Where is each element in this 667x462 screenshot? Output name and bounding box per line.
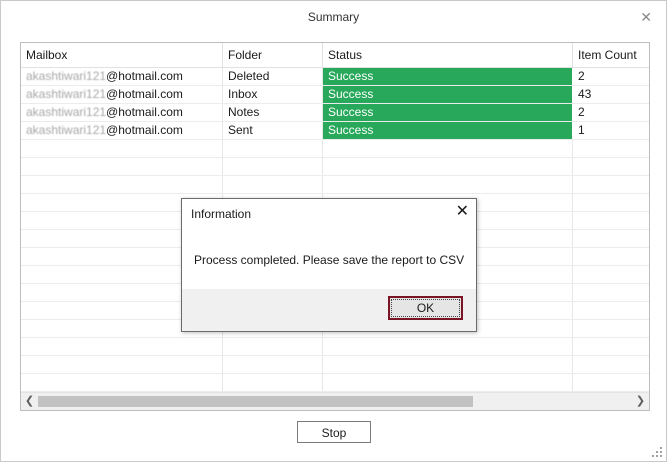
empty-cell (21, 140, 223, 157)
stop-button[interactable]: Stop (297, 421, 371, 443)
scroll-left-icon[interactable]: ❮ (21, 393, 38, 410)
cell-item-count: 1 (578, 123, 585, 137)
dialog-title: Information (191, 207, 252, 221)
empty-cell (323, 176, 573, 193)
empty-table-row[interactable] (21, 356, 649, 374)
empty-table-row[interactable] (21, 176, 649, 194)
empty-cell (573, 374, 649, 391)
empty-cell (573, 302, 649, 319)
empty-cell (573, 320, 649, 337)
cell-status: Success (323, 122, 573, 139)
grid-header: Mailbox Folder Status Item Count (21, 43, 649, 68)
empty-cell (223, 176, 323, 193)
dialog-close-icon[interactable]: ✕ (456, 204, 469, 220)
table-row[interactable]: akashtiwari121@hotmail.com Inbox Success 43 (21, 86, 649, 104)
empty-cell (323, 158, 573, 175)
cell-item-count: 2 (578, 105, 585, 119)
table-row[interactable]: akashtiwari121@hotmail.com Sent Success 1 (21, 122, 649, 140)
mailbox-domain: @hotmail.com (106, 87, 183, 101)
empty-cell (323, 356, 573, 373)
cell-folder: Deleted (223, 68, 323, 85)
empty-cell (573, 140, 649, 157)
cell-mailbox: akashtiwari121@hotmail.com (21, 86, 223, 103)
horizontal-scrollbar[interactable]: ❮ ❯ (21, 392, 649, 410)
empty-table-row[interactable] (21, 158, 649, 176)
empty-cell (573, 284, 649, 301)
empty-cell (21, 338, 223, 355)
empty-table-row[interactable] (21, 140, 649, 158)
resize-grip-icon[interactable] (652, 447, 662, 457)
dialog-message: Process completed. Please save the repor… (194, 253, 465, 267)
window-close-icon[interactable]: ✕ (640, 10, 652, 24)
empty-cell (323, 140, 573, 157)
table-row[interactable]: akashtiwari121@hotmail.com Deleted Success… (21, 68, 649, 86)
mailbox-user-redacted: akashtiwari121 (26, 87, 107, 101)
cell-item-count: 43 (578, 87, 592, 101)
cell-item-count: 2 (578, 69, 585, 83)
cell-folder: Sent (223, 122, 323, 139)
scroll-right-icon[interactable]: ❯ (632, 393, 649, 410)
scroll-thumb[interactable] (38, 396, 473, 407)
empty-cell (573, 176, 649, 193)
cell-folder: Notes (223, 104, 323, 121)
empty-cell (323, 374, 573, 391)
mailbox-domain: @hotmail.com (106, 69, 183, 83)
empty-cell (223, 140, 323, 157)
empty-cell (223, 374, 323, 391)
empty-cell (573, 338, 649, 355)
empty-cell (21, 158, 223, 175)
cell-status: Success (323, 104, 573, 121)
empty-cell (573, 212, 649, 229)
empty-cell (573, 230, 649, 247)
empty-cell (21, 176, 223, 193)
empty-cell (573, 356, 649, 373)
mailbox-user-redacted: akashtiwari121 (26, 69, 107, 83)
window-title: Summary (307, 10, 360, 24)
empty-cell (573, 158, 649, 175)
empty-cell (223, 356, 323, 373)
empty-cell (21, 374, 223, 391)
mailbox-domain: @hotmail.com (106, 105, 183, 119)
column-header-item-count[interactable]: Item Count (573, 43, 649, 67)
mailbox-user-redacted: akashtiwari121 (26, 105, 107, 119)
cell-status: Success (323, 68, 573, 85)
ok-button[interactable]: OK (388, 296, 463, 320)
mailbox-user-redacted: akashtiwari121 (26, 123, 107, 137)
column-header-folder[interactable]: Folder (223, 43, 323, 67)
dialog-footer: OK (182, 289, 476, 331)
empty-cell (21, 356, 223, 373)
empty-table-row[interactable] (21, 338, 649, 356)
empty-table-row[interactable] (21, 374, 649, 392)
cell-mailbox: akashtiwari121@hotmail.com (21, 122, 223, 139)
cell-mailbox: akashtiwari121@hotmail.com (21, 68, 223, 85)
cell-mailbox: akashtiwari121@hotmail.com (21, 104, 223, 121)
column-header-status[interactable]: Status (323, 43, 573, 67)
empty-cell (573, 248, 649, 265)
cell-status: Success (323, 86, 573, 103)
empty-cell (573, 266, 649, 283)
empty-cell (223, 158, 323, 175)
empty-cell (223, 338, 323, 355)
table-row[interactable]: akashtiwari121@hotmail.com Notes Success 2 (21, 104, 649, 122)
empty-cell (323, 338, 573, 355)
mailbox-domain: @hotmail.com (106, 123, 183, 137)
cell-folder: Inbox (223, 86, 323, 103)
information-dialog: Information ✕ Process completed. Please … (181, 198, 477, 332)
column-header-mailbox[interactable]: Mailbox (21, 43, 223, 67)
empty-cell (573, 194, 649, 211)
